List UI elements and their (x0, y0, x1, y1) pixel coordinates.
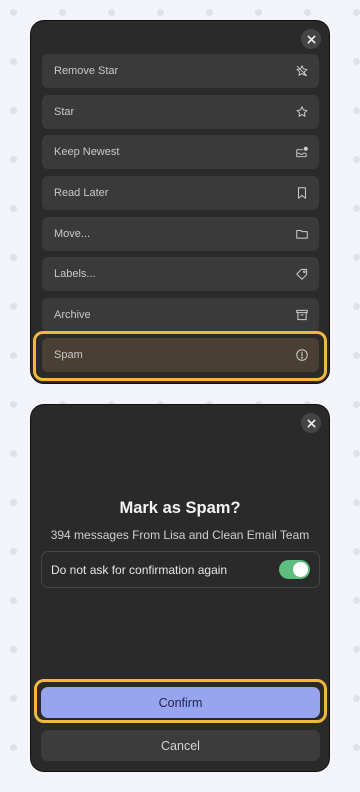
menu-item-remove-star[interactable]: Remove Star (42, 54, 319, 88)
close-menu-button[interactable] (301, 29, 321, 49)
spam-confirm-dialog: Mark as Spam? 394 messages From Lisa and… (30, 404, 330, 772)
folder-icon (295, 227, 309, 241)
menu-item-read-later[interactable]: Read Later (42, 176, 319, 210)
dialog-subtitle: 394 messages From Lisa and Clean Email T… (50, 528, 310, 542)
menu-item-label: Remove Star (54, 65, 119, 77)
cancel-button[interactable]: Cancel (41, 730, 320, 761)
actions-menu-panel: Remove Star Star Keep Newest Read Later (30, 20, 330, 384)
close-dialog-button[interactable] (301, 413, 321, 433)
menu-item-label: Star (54, 106, 75, 118)
menu-item-label: Move... (54, 228, 91, 240)
menu-item-keep-newest[interactable]: Keep Newest (42, 135, 319, 169)
do-not-ask-toggle[interactable] (279, 560, 310, 579)
star-off-icon (295, 64, 309, 78)
menu-item-archive[interactable]: Archive (42, 298, 319, 332)
label-tag-icon (295, 267, 309, 281)
keep-newest-icon (295, 145, 309, 159)
toggle-label: Do not ask for confirmation again (51, 562, 228, 577)
dialog-title: Mark as Spam? (119, 499, 241, 517)
menu-item-label: Spam (54, 349, 83, 361)
toggle-knob (293, 562, 308, 577)
menu-item-label: Labels... (54, 268, 96, 280)
bookmark-icon (295, 186, 309, 200)
archive-icon (295, 308, 309, 322)
menu-item-move[interactable]: Move... (42, 217, 319, 251)
menu-item-star[interactable]: Star (42, 95, 319, 129)
spam-alert-icon (295, 348, 309, 362)
menu-item-spam[interactable]: Spam (42, 338, 319, 372)
close-icon (307, 419, 315, 427)
menu-item-labels[interactable]: Labels... (42, 257, 319, 291)
close-icon (307, 35, 315, 43)
menu-item-label: Keep Newest (54, 146, 120, 158)
menu-item-label: Read Later (54, 187, 109, 199)
menu-item-label: Archive (54, 309, 91, 321)
star-icon (295, 105, 309, 119)
confirmation-toggle-row: Do not ask for confirmation again (41, 551, 320, 588)
confirm-button[interactable]: Confirm (41, 687, 320, 718)
